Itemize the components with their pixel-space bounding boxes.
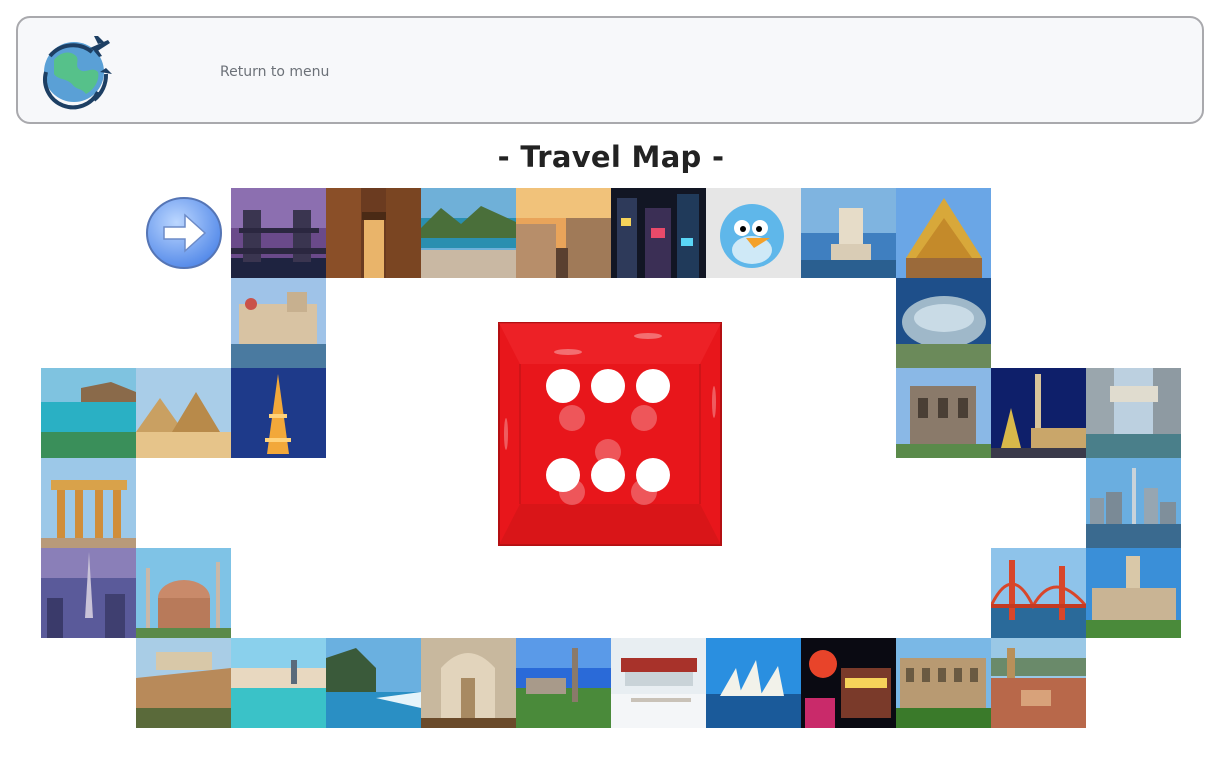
tile-hagia-sophia-image — [136, 548, 231, 638]
tile-cloud-gate-image — [896, 278, 991, 368]
tile-ruins-facade[interactable] — [896, 368, 991, 458]
tile-belem-tower[interactable] — [801, 188, 896, 278]
tile-brandenburg-gate-image — [41, 458, 136, 548]
tile-times-square[interactable] — [611, 188, 706, 278]
tile-rio-bay[interactable] — [421, 188, 516, 278]
tile-colosseum[interactable] — [896, 638, 991, 728]
tile-sea-temple[interactable] — [326, 638, 421, 728]
tile-sea-temple-image — [326, 638, 421, 728]
tile-cathedral-interior-image — [421, 638, 516, 728]
tile-tower-bridge-image — [231, 188, 326, 278]
tile-snow-palace[interactable] — [611, 638, 706, 728]
tile-cloud-gate[interactable] — [896, 278, 991, 368]
tile-times-square-image — [611, 188, 706, 278]
globe-plane-icon[interactable] — [36, 30, 118, 112]
tile-blue-bird-image — [706, 188, 801, 278]
tile-snow-palace-image — [611, 638, 706, 728]
tile-golden-gate[interactable] — [991, 548, 1086, 638]
top-nav-bar: Return to menu — [16, 16, 1204, 124]
tile-gateway-india-image — [231, 278, 326, 368]
tile-venice-bridge[interactable] — [1086, 368, 1181, 458]
tile-old-alley-image — [326, 188, 421, 278]
tile-thai-temple[interactable] — [896, 188, 991, 278]
tile-madrid-street-image — [516, 188, 611, 278]
tile-toronto-skyline[interactable] — [1086, 458, 1181, 548]
tile-dubai-skyline[interactable] — [41, 548, 136, 638]
tile-blue-bird[interactable] — [706, 188, 801, 278]
tile-lake-town-image — [231, 638, 326, 728]
tile-hawaii-bay[interactable] — [41, 368, 136, 458]
tile-brandenburg-gate[interactable] — [41, 458, 136, 548]
tile-eiffel-tower-image — [231, 368, 326, 458]
tile-golden-gate-image — [991, 548, 1086, 638]
tile-pyramids[interactable] — [136, 368, 231, 458]
tile-tuscan-town-image — [991, 638, 1086, 728]
tile-pyramids-image — [136, 368, 231, 458]
tile-venice-bridge-image — [1086, 368, 1181, 458]
tile-ruins-facade-image — [896, 368, 991, 458]
tile-eiffel-tower[interactable] — [231, 368, 326, 458]
tile-hawaii-bay-image — [41, 368, 136, 458]
tile-lake-town[interactable] — [231, 638, 326, 728]
tile-green-city-image — [516, 638, 611, 728]
return-to-menu-link[interactable]: Return to menu — [220, 64, 329, 80]
tile-sydney-opera[interactable] — [706, 638, 801, 728]
tile-acropolis-image — [136, 638, 231, 728]
tile-acropolis[interactable] — [136, 638, 231, 728]
tile-belem-tower-image — [801, 188, 896, 278]
tile-christmas-square-image — [991, 368, 1086, 458]
tile-parliament-hill[interactable] — [1086, 548, 1181, 638]
tile-tower-bridge[interactable] — [231, 188, 326, 278]
tile-parliament-hill-image — [1086, 548, 1181, 638]
tile-madrid-street[interactable] — [516, 188, 611, 278]
tile-las-vegas-image — [801, 638, 896, 728]
tile-dubai-skyline-image — [41, 548, 136, 638]
tile-cathedral-interior[interactable] — [421, 638, 516, 728]
tile-tuscan-town[interactable] — [991, 638, 1086, 728]
tile-rio-bay-image — [421, 188, 516, 278]
tile-toronto-skyline-image — [1086, 458, 1181, 548]
tile-thai-temple-image — [896, 188, 991, 278]
tile-old-alley[interactable] — [326, 188, 421, 278]
right-arrow-icon[interactable] — [145, 196, 223, 270]
dice[interactable] — [498, 322, 722, 546]
tile-hagia-sophia[interactable] — [136, 548, 231, 638]
tile-colosseum-image — [896, 638, 991, 728]
page-title: - Travel Map - — [497, 140, 725, 174]
tile-christmas-square[interactable] — [991, 368, 1086, 458]
tile-green-city[interactable] — [516, 638, 611, 728]
tile-sydney-opera-image — [706, 638, 801, 728]
tile-gateway-india[interactable] — [231, 278, 326, 368]
tile-las-vegas[interactable] — [801, 638, 896, 728]
